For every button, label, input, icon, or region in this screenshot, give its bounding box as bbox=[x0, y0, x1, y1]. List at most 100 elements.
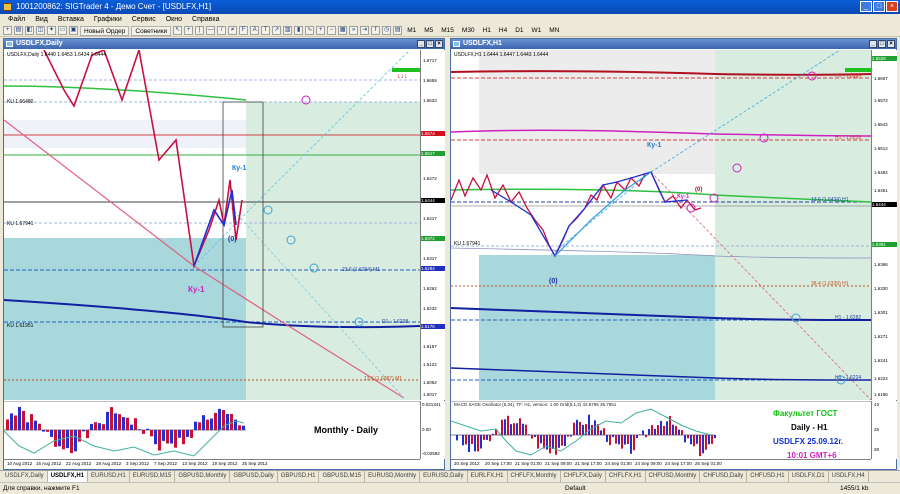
menu-insert[interactable]: Вставка bbox=[53, 14, 89, 25]
oscillator-bar bbox=[54, 430, 57, 447]
crosshair-icon[interactable]: + bbox=[184, 26, 194, 35]
tab-gbpusd-h1[interactable]: GBPUSD,H1 bbox=[278, 471, 320, 482]
oscillator-bar bbox=[130, 424, 133, 430]
oscillator-bar bbox=[612, 435, 614, 438]
cursor-icon[interactable]: ↖ bbox=[173, 26, 183, 35]
tab-usdlfx-d1[interactable]: USDLFX,D1 bbox=[789, 471, 829, 482]
templates-icon[interactable]: ▤ bbox=[393, 26, 403, 35]
tab-chfusd-daily[interactable]: CHFUSD,Daily bbox=[700, 471, 748, 482]
tf-w1[interactable]: W1 bbox=[529, 26, 545, 36]
hline-icon[interactable]: — bbox=[206, 26, 216, 35]
price-axis-daily[interactable]: 1.6717 1.6659 1.6633 1.6574 1.6517 1.647… bbox=[420, 50, 445, 400]
zoom-out-icon[interactable]: − bbox=[327, 26, 337, 35]
menu-charts[interactable]: Графики bbox=[89, 14, 127, 25]
text-icon[interactable]: A bbox=[250, 26, 260, 35]
market-watch-icon[interactable]: ◧ bbox=[25, 26, 34, 35]
vline-icon[interactable]: | bbox=[195, 26, 205, 35]
price-tick: 1.6366 bbox=[874, 262, 888, 267]
periods-icon[interactable]: ◷ bbox=[382, 26, 392, 35]
tab-usdlfx-h1[interactable]: USDLFX,H1 bbox=[47, 471, 89, 482]
zoom-in-icon[interactable]: + bbox=[316, 26, 326, 35]
new-order-button[interactable]: Новый Ордер bbox=[80, 25, 130, 36]
advisors-button[interactable]: Советники bbox=[131, 25, 172, 36]
tab-eurusd-monthly[interactable]: EURUSD,Monthly bbox=[365, 471, 421, 482]
tf-m15[interactable]: M15 bbox=[438, 26, 457, 36]
tf-m30[interactable]: M30 bbox=[459, 26, 478, 36]
new-chart-icon[interactable]: + bbox=[3, 26, 12, 35]
tf-mn[interactable]: MN bbox=[546, 26, 562, 36]
oscillator-bar bbox=[573, 422, 575, 435]
level-384-label: 38.4 (1.6339) H1 bbox=[811, 281, 849, 287]
menu-view[interactable]: Вид bbox=[30, 14, 53, 25]
price-plot-h1[interactable]: ↓↓↓ bbox=[451, 50, 871, 400]
tab-gbpusd-m15[interactable]: GBPUSD,M15 bbox=[319, 471, 366, 482]
tab-chfusd-monthly[interactable]: CHFUSD,Monthly bbox=[646, 471, 701, 482]
oscillator-bar bbox=[122, 417, 125, 430]
tf-h1[interactable]: H1 bbox=[480, 26, 494, 36]
line-chart-icon[interactable]: ∿ bbox=[305, 26, 315, 35]
chart-window-h1[interactable]: USDLFX,H1 _ □ × ↓↓↓ USDLFX,H1 1.6444 1.6… bbox=[450, 38, 897, 470]
tab-gbpusd-daily[interactable]: GBPUSD,Daily bbox=[230, 471, 278, 482]
menu-tools[interactable]: Сервис bbox=[127, 14, 161, 25]
fibo-icon[interactable]: F bbox=[239, 26, 249, 35]
menu-window[interactable]: Окно bbox=[161, 14, 187, 25]
tf-h4[interactable]: H4 bbox=[496, 26, 510, 36]
price-tick: 1.6472 bbox=[423, 176, 437, 181]
autoscroll-icon[interactable]: » bbox=[349, 26, 359, 35]
indicators-icon[interactable]: f bbox=[371, 26, 381, 35]
faculty-caption: Факультет ГОСТ bbox=[773, 409, 838, 418]
tile-icon[interactable]: ▦ bbox=[338, 26, 348, 35]
app-icon bbox=[3, 3, 12, 11]
tab-chflfx-daily[interactable]: CHFLFX,Daily bbox=[561, 471, 606, 482]
tab-usdlfx-daily[interactable]: USDLFX,Daily bbox=[2, 471, 48, 482]
ku-top-label: KU 1.66480 bbox=[7, 99, 34, 105]
price-axis-h1[interactable]: 1.6628 1.6607 1.6572 1.6542 1.6512 1.648… bbox=[871, 50, 897, 400]
menu-file[interactable]: Файл bbox=[3, 14, 30, 25]
bar-chart-icon[interactable]: ▥ bbox=[283, 26, 293, 35]
tab-eurusd-daily[interactable]: EURUSD,Daily bbox=[420, 471, 468, 482]
profiles-icon[interactable]: ▤ bbox=[14, 26, 23, 35]
channel-icon[interactable]: ≠ bbox=[228, 26, 238, 35]
chart-close-icon[interactable]: × bbox=[887, 40, 895, 48]
tab-eurlfx-h1[interactable]: EURLFX,H1 bbox=[468, 471, 508, 482]
label-icon[interactable]: T bbox=[261, 26, 271, 35]
close-icon[interactable]: × bbox=[886, 1, 898, 12]
tab-chfusd-h1[interactable]: CHFUSD,H1 bbox=[747, 471, 789, 482]
chart-minimize-icon[interactable]: _ bbox=[417, 40, 425, 48]
shift-icon[interactable]: ⇥ bbox=[360, 26, 370, 35]
candle-icon[interactable]: ▮ bbox=[294, 26, 304, 35]
maximize-icon[interactable]: □ bbox=[873, 1, 885, 12]
tab-eurusd-m15[interactable]: EURUSD,M15 bbox=[130, 471, 176, 482]
ky-label: Ку-1 bbox=[647, 142, 662, 149]
oscillator-bar bbox=[480, 435, 482, 449]
chart-maximize-icon[interactable]: □ bbox=[426, 40, 434, 48]
chart-maximize-icon[interactable]: □ bbox=[878, 40, 886, 48]
price-plot-daily[interactable]: ↓↓↓ bbox=[4, 50, 420, 400]
chart-close-icon[interactable]: × bbox=[435, 40, 443, 48]
tester-icon[interactable]: ▣ bbox=[69, 26, 78, 35]
menu-help[interactable]: Справка bbox=[187, 14, 224, 25]
chart-minimize-icon[interactable]: _ bbox=[869, 40, 877, 48]
tab-usdlfx-h4[interactable]: USDLFX,H4 bbox=[829, 471, 869, 482]
arrow-icon[interactable]: ↗ bbox=[272, 26, 282, 35]
tf-d1[interactable]: D1 bbox=[512, 26, 526, 36]
oscillator-bar bbox=[582, 424, 584, 435]
chart-window-daily[interactable]: USDLFX,Daily _ □ × ↓↓↓ USDLFX,Daily 1.64… bbox=[3, 38, 445, 470]
tab-chflfx-monthly[interactable]: CHFLFX,Monthly bbox=[508, 471, 561, 482]
h1-top-label: H1 - 1.6624 bbox=[835, 73, 862, 79]
tab-chflfx-h1[interactable]: CHFLFX,H1 bbox=[606, 471, 646, 482]
navigator-icon[interactable]: ✦ bbox=[47, 26, 56, 35]
osc-tick: 0.021341 bbox=[422, 402, 441, 407]
tab-eurusd-h1[interactable]: EURUSD,H1 bbox=[88, 471, 130, 482]
osc-tick: 28 bbox=[874, 447, 880, 452]
tf-m5[interactable]: M5 bbox=[421, 26, 436, 36]
zero-label-2: (0) bbox=[695, 187, 703, 193]
price-tick-marker: 1.6176 bbox=[421, 324, 445, 329]
tab-gbpusd-monthly[interactable]: GBPUSD,Monthly bbox=[175, 471, 231, 482]
trendline-icon[interactable]: / bbox=[217, 26, 227, 35]
minimize-icon[interactable]: _ bbox=[860, 1, 872, 12]
data-window-icon[interactable]: ◫ bbox=[36, 26, 45, 35]
terminal-icon[interactable]: ▭ bbox=[58, 26, 67, 35]
chart-title: USDLFX,H1 bbox=[463, 40, 502, 47]
tf-m1[interactable]: M1 bbox=[404, 26, 419, 36]
